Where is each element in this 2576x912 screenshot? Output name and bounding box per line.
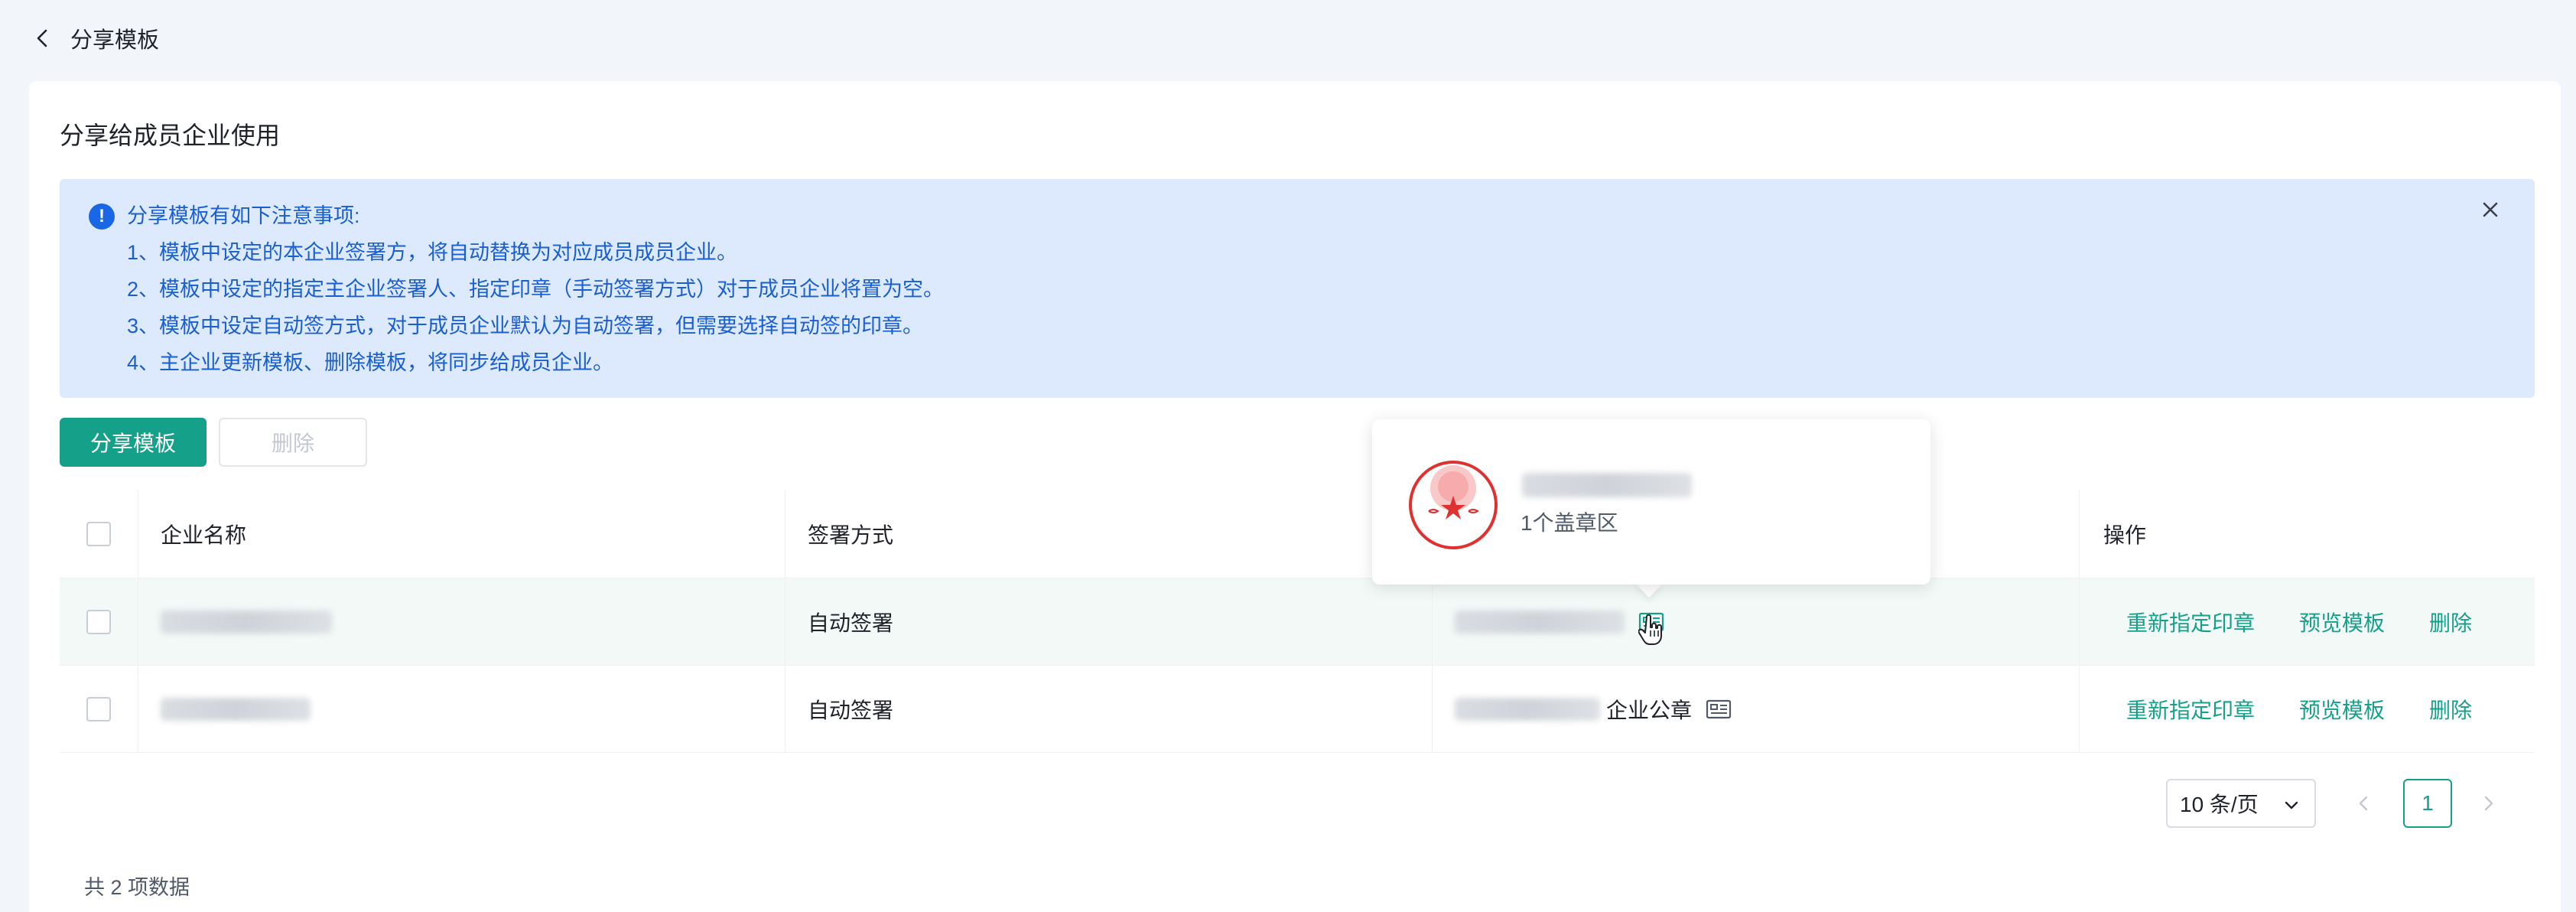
seal-preview-icon[interactable] [1706,699,1732,720]
column-header: 操作 [2079,490,2535,578]
actions-cell: 重新指定印章 预览模板 删除 [2079,578,2535,665]
company-name-cell [138,578,785,665]
chevron-right-icon[interactable] [2478,790,2500,817]
chevron-down-icon [2285,801,2298,809]
page-header: 分享模板 [0,0,2576,77]
company-name-redacted [161,610,332,634]
notice-banner: ! 分享模板有如下注意事项: 1、模板中设定的本企业签署方，将自动替换为对应成员… [60,179,2535,398]
table-row[interactable]: 自动签署 企业公章 重新指定印章 预览模板 删除 [60,666,2535,753]
sign-method: 自动签署 [808,698,894,722]
seal-area-count: 1个盖章区 [1521,511,1618,535]
page-size-value: 10 条/页 [2180,793,2259,816]
member-company-table: 企业名称 签署方式 操作 自动签署 重新指定印章 预览模板 删除 自动签署 企业… [60,490,2535,753]
page-title[interactable]: 分享模板 [70,22,159,54]
seal-owner-redacted [1455,610,1625,634]
close-icon[interactable] [2477,196,2504,223]
preview-template-link[interactable]: 预览模板 [2299,694,2385,725]
column-header-method: 签署方式 [808,523,894,547]
page-number-current[interactable]: 1 [2403,779,2452,828]
preview-template-link[interactable]: 预览模板 [2299,607,2385,637]
column-header: 签署方式 [785,490,1432,578]
reassign-seal-link[interactable]: 重新指定印章 [2126,694,2255,725]
notice-item: 2、模板中设定的指定主企业签署人、指定印章（手动签署方式）对于成员企业将置为空。 [127,278,945,301]
info-icon: ! [89,204,115,230]
notice-heading: 分享模板有如下注意事项: [127,204,360,227]
company-name-cell [138,666,785,752]
section-title: 分享给成员企业使用 [60,122,281,149]
company-seal-image [1409,461,1498,549]
share-template-button[interactable]: 分享模板 [60,418,207,467]
column-header: 企业名称 [138,490,785,578]
row-checkbox-cell [60,578,138,665]
seal-popover: 1个盖章区 [1372,419,1930,585]
chevron-left-icon[interactable] [2353,790,2374,817]
seal-name: 企业公章 [1606,698,1693,722]
seal-company-redacted [1522,473,1692,497]
seal-cell [1432,578,2079,665]
delete-row-link[interactable]: 删除 [2429,607,2472,637]
chevron-left-icon[interactable] [31,27,54,50]
hand-pointer-icon [1638,614,1662,645]
notice-content: 分享模板有如下注意事项: 1、模板中设定的本企业签署方，将自动替换为对应成员成员… [127,197,944,381]
table-row[interactable]: 自动签署 重新指定印章 预览模板 删除 [60,578,2535,666]
method-cell: 自动签署 [785,578,1432,665]
row-checkbox[interactable] [86,609,111,634]
actions-cell: 重新指定印章 预览模板 删除 [2079,666,2535,752]
row-checkbox-cell [60,666,138,752]
column-header-company: 企业名称 [161,523,247,547]
delete-row-link[interactable]: 删除 [2429,694,2472,725]
notice-item: 1、模板中设定的本企业签署方，将自动替换为对应成员成员企业。 [127,241,738,264]
select-all-checkbox[interactable] [86,521,111,546]
header-checkbox-cell [60,490,138,578]
delete-button[interactable]: 删除 [219,418,367,467]
company-name-redacted [161,697,311,721]
notice-item: 4、主企业更新模板、删除模板，将同步给成员企业。 [127,351,614,374]
seal-cell: 企业公章 [1432,666,2079,752]
reassign-seal-link[interactable]: 重新指定印章 [2126,607,2255,637]
seal-owner-redacted [1455,697,1600,721]
total-count: 共 2 项数据 [84,876,190,899]
page-size-select[interactable]: 10 条/页 [2166,779,2316,828]
row-checkbox[interactable] [86,696,111,721]
column-header-actions: 操作 [2103,523,2147,547]
notice-item: 3、模板中设定自动签方式，对于成员企业默认为自动签署，但需要选择自动签的印章。 [127,314,924,337]
method-cell: 自动签署 [785,666,1432,752]
sign-method: 自动签署 [808,611,894,635]
table-header: 企业名称 签署方式 操作 [60,490,2535,578]
